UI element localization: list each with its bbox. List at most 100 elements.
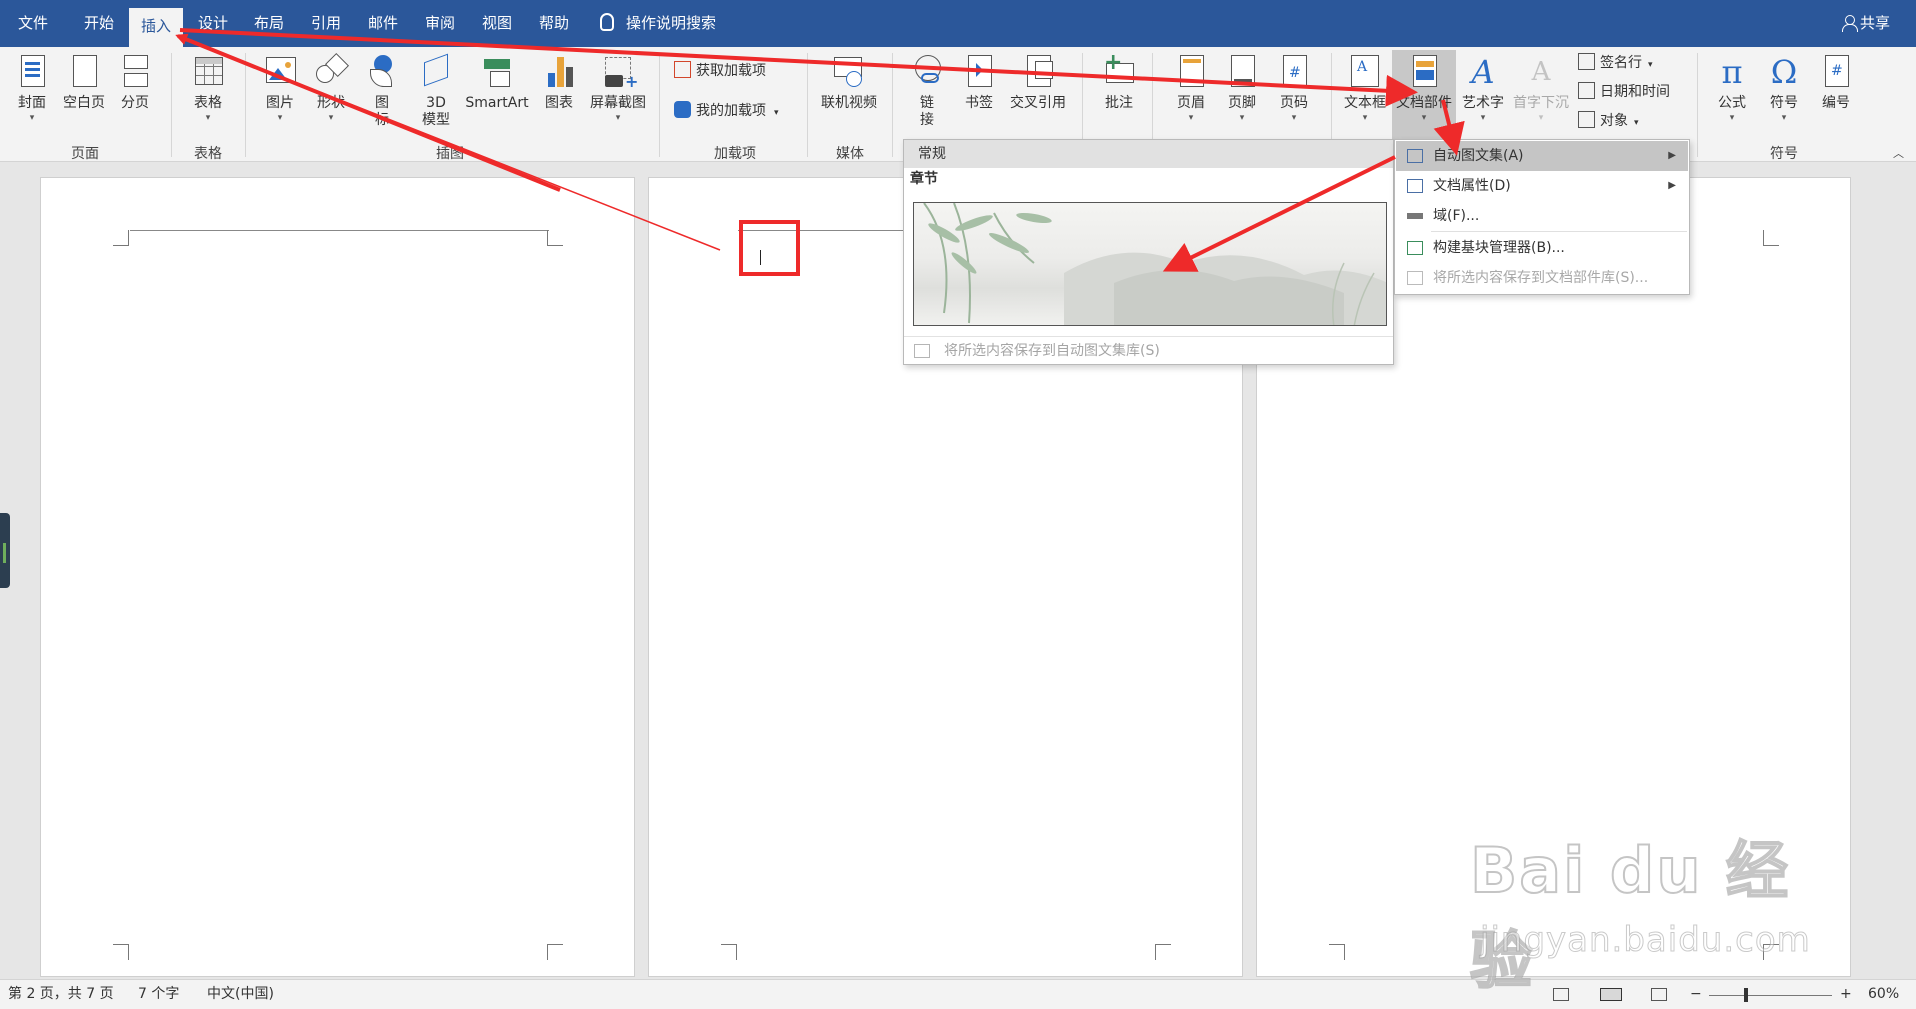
get-addins-button[interactable]: 获取加载项 [674,61,766,81]
baidu-watermark: Bai du 经验 jingyan.baidu.com [1469,820,1810,998]
screenshot-label: 屏幕截图 [590,95,646,111]
group-divider [892,53,893,157]
menu-item-field[interactable]: 域(F)... [1396,201,1688,231]
smartart-icon [480,53,514,91]
group-label-media: 媒体 [836,146,864,162]
tab-insert[interactable]: 插入 [129,8,184,47]
get-addins-label: 获取加载项 [696,63,766,79]
wordart-button[interactable]: A 艺术字 ▾ [1460,53,1506,124]
drop-cap-button[interactable]: A 首字下沉 ▾ [1510,53,1572,124]
annotation-highlight-box [739,220,800,276]
cover-page-button[interactable]: 封面 ▾ [12,53,52,124]
smartart-button[interactable]: SmartArt [462,53,532,112]
footer-button[interactable]: 页脚 ▾ [1222,53,1262,124]
language-indicator[interactable]: 中文(中国) [207,980,274,1009]
icons-button[interactable]: 图标 [366,53,398,129]
zoom-level[interactable]: 60% [1868,980,1899,1009]
cross-reference-button[interactable]: 交叉引用 [1004,53,1072,112]
screenshot-icon: + [601,53,638,91]
store-icon [674,61,691,78]
tell-me-search[interactable]: 操作说明搜索 [600,11,716,36]
object-label: 对象 [1600,113,1628,129]
numbering-button[interactable]: # 编号 [1816,53,1856,112]
tab-layout[interactable]: 布局 [250,11,288,36]
group-label-symbols: 符号 [1770,146,1798,162]
quick-parts-button[interactable]: 文档部件 ▾ [1392,50,1456,141]
tab-design[interactable]: 设计 [194,11,232,36]
autotext-entry-thumbnail[interactable] [913,202,1387,326]
group-divider [245,53,246,157]
submenu-arrow-icon: ▶ [1668,150,1676,161]
tab-references[interactable]: 引用 [307,11,345,36]
signature-line-button[interactable]: 签名行 ▾ [1578,53,1653,75]
collapse-ribbon-icon[interactable]: ︿ [1893,145,1904,161]
menu-item-label: 将所选内容保存到文档部件库(S)... [1433,270,1649,286]
word-count[interactable]: 7 个字 [138,980,179,1009]
margin-corner [721,944,737,960]
margin-corner [113,944,129,960]
tab-home[interactable]: 开始 [80,11,118,36]
group-divider [1697,53,1698,157]
page-count[interactable]: 第 2 页，共 7 页 [8,980,114,1009]
screenshot-button[interactable]: + 屏幕截图 ▾ [584,53,652,124]
watermark-brand: Bai du 经验 [1469,833,1791,998]
table-button[interactable]: 表格 ▾ [186,53,230,124]
side-panel-handle[interactable] [0,513,10,588]
page-number-label: 页码 [1280,95,1308,111]
menu-item-building-blocks-organizer[interactable]: 构建基块管理器(B)... [1396,233,1688,263]
text-box-button[interactable]: A 文本框 ▾ [1342,53,1388,124]
submenu-arrow-icon: ▶ [1668,180,1676,191]
group-divider [807,53,808,157]
cross-reference-label: 交叉引用 [1010,95,1066,111]
date-time-button[interactable]: 日期和时间 [1578,82,1670,102]
tab-view[interactable]: 视图 [478,11,516,36]
picture-button[interactable]: 图片 ▾ [259,53,301,124]
3d-models-button[interactable]: 3D模型 [416,53,456,129]
menu-item-autotext[interactable]: 自动图文集(A) ▶ [1396,141,1688,171]
chart-button[interactable]: 图表 [540,53,578,112]
my-addins-button[interactable]: 我的加载项 ▾ [674,101,779,123]
header-button[interactable]: 页眉 ▾ [1171,53,1211,124]
tab-help[interactable]: 帮助 [535,11,573,36]
menu-item-document-property[interactable]: 文档属性(D) ▶ [1396,171,1688,201]
cube-icon [419,53,453,91]
comment-button[interactable]: + 批注 [1096,52,1142,112]
page-break-button[interactable]: 分页 [114,53,156,112]
blank-page-icon [67,53,101,91]
online-video-label: 联机视频 [821,95,877,111]
document-page[interactable] [40,177,635,977]
wordart-label: 艺术字 [1462,95,1504,111]
online-video-button[interactable]: 联机视频 [818,53,880,112]
tab-file[interactable]: 文件 [14,11,52,36]
link-button[interactable]: 链接 [911,53,943,129]
tab-review[interactable]: 审阅 [421,11,459,36]
symbol-label: 符号 [1770,95,1798,111]
tab-mailings[interactable]: 邮件 [364,11,402,36]
online-video-icon [832,53,866,91]
group-label-pages: 页面 [71,146,99,162]
blank-page-button[interactable]: 空白页 [58,53,110,112]
menu-divider [1431,231,1687,232]
symbol-button[interactable]: Ω 符号 ▾ [1764,53,1804,124]
page-number-button[interactable]: # 页码 ▾ [1274,53,1314,124]
title-tab-bar: 文件 开始 插入 设计 布局 引用 邮件 审阅 视图 帮助 操作说明搜索 共享 [0,0,1916,47]
menu-item-label: 域(F)... [1433,208,1480,224]
share-button[interactable]: 共享 [1841,11,1890,36]
link-globe-icon [911,53,945,91]
addin-puzzle-icon [674,101,691,118]
equation-button[interactable]: π 公式 ▾ [1712,53,1752,124]
footer-icon [1225,53,1259,91]
shapes-label: 形状 [317,95,345,111]
menu-item-label: 构建基块管理器(B)... [1433,240,1565,256]
group-divider [171,53,172,157]
cross-reference-icon [1021,53,1055,91]
bookmark-button[interactable]: 书签 [961,53,997,112]
zoom-in-button[interactable]: + [1840,980,1852,1009]
save-to-autotext-gallery-item: 将所选内容保存到自动图文集库(S) [904,336,1393,365]
header-icon [1174,53,1208,91]
share-label: 共享 [1859,14,1890,32]
text-box-label: 文本框 [1344,95,1386,111]
signature-label: 签名行 [1600,55,1642,71]
object-button[interactable]: 对象 ▾ [1578,111,1639,133]
shapes-button[interactable]: 形状 ▾ [310,52,352,124]
